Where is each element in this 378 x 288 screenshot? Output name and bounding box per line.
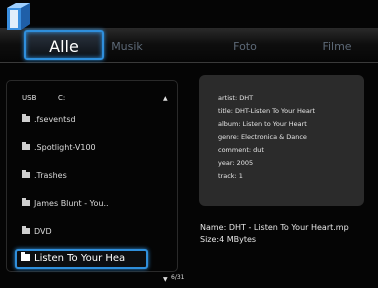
folder-icon — [21, 251, 30, 261]
list-item-label: .Trashes — [34, 171, 67, 180]
folder-icon — [22, 113, 30, 122]
path-drive: C: — [58, 94, 66, 102]
folder-logo-icon — [7, 3, 30, 30]
list-item-label: James Blunt - You.. — [34, 199, 109, 208]
list-item-label: DVD — [34, 227, 52, 236]
triangle-down-icon[interactable]: ▼ — [163, 276, 168, 283]
list-item[interactable]: .Trashes — [22, 168, 67, 184]
folder-icon — [22, 169, 30, 178]
info-title: title: DHT-Listen To Your Heart — [218, 107, 316, 115]
media-browser: Alle Musik Foto Filme USB C: ▲ .fsevents… — [0, 0, 378, 288]
list-item[interactable]: James Blunt - You.. — [22, 196, 109, 212]
path-device: USB — [22, 94, 37, 102]
folder-icon — [22, 141, 30, 150]
info-comment: comment: dut — [218, 146, 264, 154]
list-item-label: .fseventsd — [34, 115, 76, 124]
info-track: track: 1 — [218, 172, 243, 180]
selected-item-label: Listen To Your Hea — [34, 253, 126, 264]
folder-icon — [22, 197, 30, 206]
info-year: year: 2005 — [218, 159, 254, 167]
list-item[interactable]: DVD — [22, 224, 52, 240]
page-counter: 6/31 — [171, 274, 185, 281]
selected-list-item[interactable]: Listen To Your Hea — [15, 249, 148, 269]
info-artist: artist: DHT — [218, 94, 254, 102]
list-item[interactable]: .Spotlight-V100 — [22, 140, 96, 156]
folder-icon — [22, 225, 30, 234]
list-item[interactable]: .fseventsd — [22, 112, 76, 128]
info-album: album: Listen to Your Heart — [218, 120, 307, 128]
top-bar-divider — [0, 62, 378, 63]
tab-musik[interactable]: Musik — [92, 36, 162, 58]
info-genre: genre: Electronica & Dance — [218, 133, 307, 141]
tab-foto[interactable]: Foto — [210, 36, 280, 58]
triangle-up-icon[interactable]: ▲ — [163, 95, 168, 102]
file-name: Name: DHT - Listen To Your Heart.mp — [200, 223, 349, 232]
file-size: Size:4 MBytes — [200, 235, 257, 244]
tab-filme[interactable]: Filme — [302, 36, 372, 58]
list-item-label: .Spotlight-V100 — [34, 143, 96, 152]
